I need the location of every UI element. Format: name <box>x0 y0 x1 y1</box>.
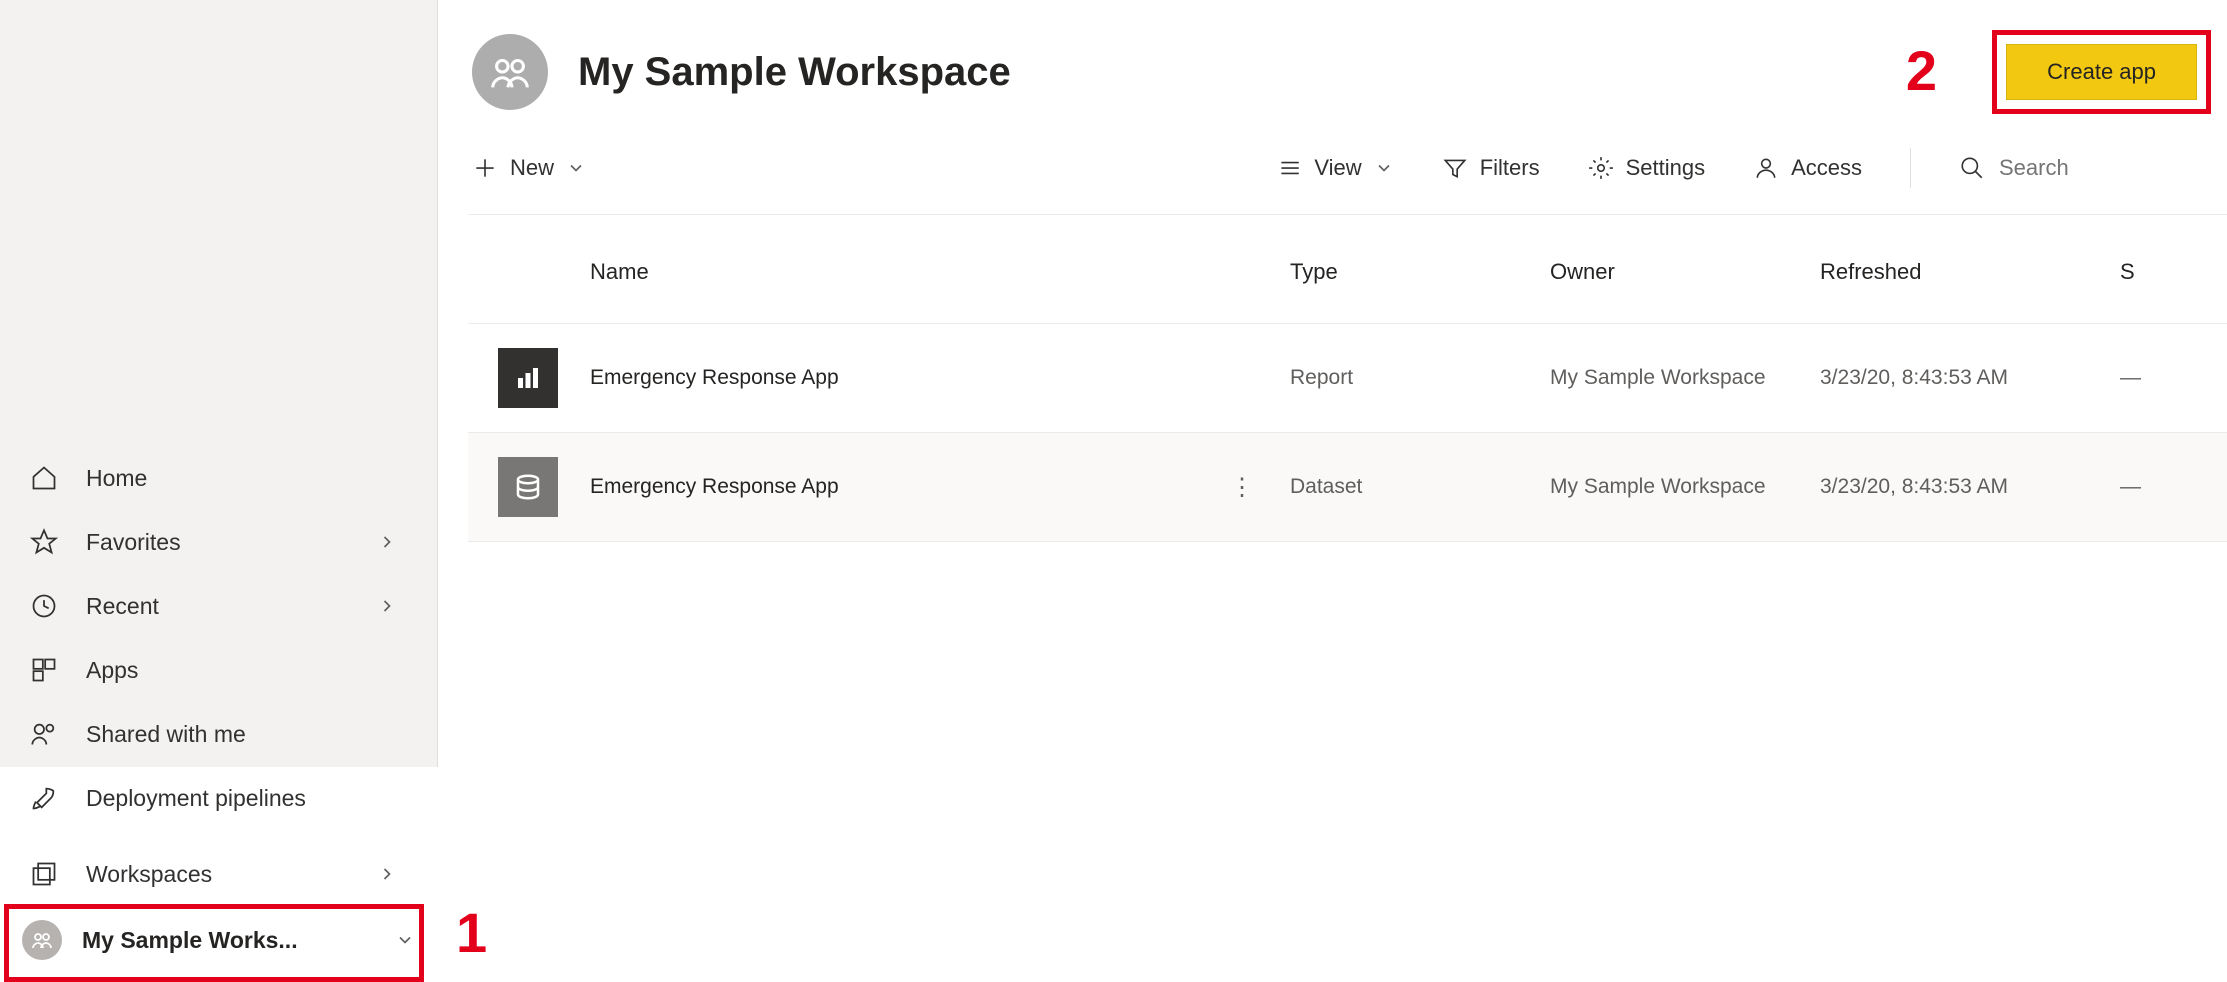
settings-button[interactable]: Settings <box>1588 155 1706 181</box>
access-button[interactable]: Access <box>1753 155 1862 181</box>
item-name: Emergency Response App <box>574 433 1214 542</box>
hamburger-icon <box>26 30 411 415</box>
sidebar-item-apps[interactable]: Apps <box>0 638 437 702</box>
chevron-right-icon <box>377 532 397 552</box>
list-icon <box>1276 155 1302 181</box>
col-type[interactable]: Type <box>1274 215 1534 324</box>
toolbar: New View Filters Settings Access <box>468 110 2227 215</box>
page-title: My Sample Workspace <box>578 50 1011 95</box>
people-icon <box>30 720 58 748</box>
filters-button[interactable]: Filters <box>1442 155 1540 181</box>
sidebar-item-recent[interactable]: Recent <box>0 574 437 638</box>
item-s: — <box>2104 433 2227 542</box>
sidebar-item-label: Apps <box>86 657 138 684</box>
star-icon <box>30 528 58 556</box>
search-icon <box>1959 155 1985 181</box>
sidebar-item-workspaces[interactable]: Workspaces <box>0 842 437 906</box>
new-label: New <box>510 155 554 181</box>
plus-icon <box>472 155 498 181</box>
item-type: Report <box>1274 324 1534 433</box>
access-label: Access <box>1791 155 1862 181</box>
filters-label: Filters <box>1480 155 1540 181</box>
sidebar-item-home[interactable]: Home <box>0 446 437 510</box>
item-type: Dataset <box>1274 433 1534 542</box>
col-name[interactable]: Name <box>574 215 1214 324</box>
view-button[interactable]: View <box>1276 155 1393 181</box>
col-owner[interactable]: Owner <box>1534 215 1804 324</box>
report-icon <box>498 348 558 408</box>
col-refreshed[interactable]: Refreshed <box>1804 215 2104 324</box>
search-box[interactable] <box>1959 154 2197 182</box>
item-owner: My Sample Workspace <box>1534 433 1804 542</box>
clock-icon <box>30 592 58 620</box>
filter-icon <box>1442 155 1468 181</box>
gear-icon <box>1588 155 1614 181</box>
workspace-header-avatar-icon <box>472 34 548 110</box>
item-s: — <box>2104 324 2227 433</box>
chevron-down-icon <box>566 158 586 178</box>
person-icon <box>1753 155 1779 181</box>
workspace-header: My Sample Workspace 2 Create app <box>468 34 2227 110</box>
new-button[interactable]: New <box>472 155 586 181</box>
search-input[interactable] <box>1997 154 2197 182</box>
view-label: View <box>1314 155 1361 181</box>
item-refreshed: 3/23/20, 8:43:53 AM <box>1804 433 2104 542</box>
current-workspace-label: My Sample Works... <box>82 927 298 954</box>
col-s[interactable]: S <box>2104 215 2227 324</box>
item-refreshed: 3/23/20, 8:43:53 AM <box>1804 324 2104 433</box>
sidebar-item-label: Favorites <box>86 529 181 556</box>
home-icon <box>30 464 58 492</box>
dataset-icon <box>498 457 558 517</box>
workspace-avatar-icon <box>22 920 62 960</box>
create-app-button[interactable]: Create app <box>2006 44 2197 100</box>
table-header-row: Name Type Owner Refreshed S <box>468 215 2227 324</box>
settings-label: Settings <box>1626 155 1706 181</box>
sidebar-item-shared[interactable]: Shared with me <box>0 702 437 766</box>
item-name: Emergency Response App <box>574 324 1214 433</box>
sidebar-item-favorites[interactable]: Favorites <box>0 510 437 574</box>
workspaces-icon <box>30 860 58 888</box>
sidebar-item-label: Recent <box>86 593 159 620</box>
sidebar-current-workspace[interactable]: My Sample Works... <box>0 906 437 974</box>
sidebar-item-label: Workspaces <box>86 861 212 888</box>
apps-icon <box>30 656 58 684</box>
content-table: Name Type Owner Refreshed S Emergency Re… <box>468 215 2227 542</box>
chevron-down-icon <box>395 930 415 950</box>
row-more-menu[interactable]: ⋮ <box>1230 474 1254 501</box>
sidebar-item-label: Shared with me <box>86 721 246 748</box>
sidebar-item-pipelines[interactable]: Deployment pipelines <box>0 766 437 830</box>
chevron-right-icon <box>377 864 397 884</box>
main-content: My Sample Workspace 2 Create app New Vie… <box>438 0 2227 767</box>
sidebar-item-label: Home <box>86 465 147 492</box>
hamburger-menu[interactable] <box>0 20 437 446</box>
annotation-number-2: 2 <box>1906 38 1937 103</box>
sidebar: Home Favorites Recent Apps Shared with m… <box>0 0 438 767</box>
table-row[interactable]: Emergency Response App ⋮ Dataset My Samp… <box>468 433 2227 542</box>
chevron-right-icon <box>377 596 397 616</box>
chevron-down-icon <box>1374 158 1394 178</box>
toolbar-divider <box>1910 148 1911 188</box>
rocket-icon <box>30 784 58 812</box>
annotation-number-1: 1 <box>456 900 487 965</box>
sidebar-item-label: Deployment pipelines <box>86 785 306 812</box>
item-owner: My Sample Workspace <box>1534 324 1804 433</box>
table-row[interactable]: Emergency Response App Report My Sample … <box>468 324 2227 433</box>
